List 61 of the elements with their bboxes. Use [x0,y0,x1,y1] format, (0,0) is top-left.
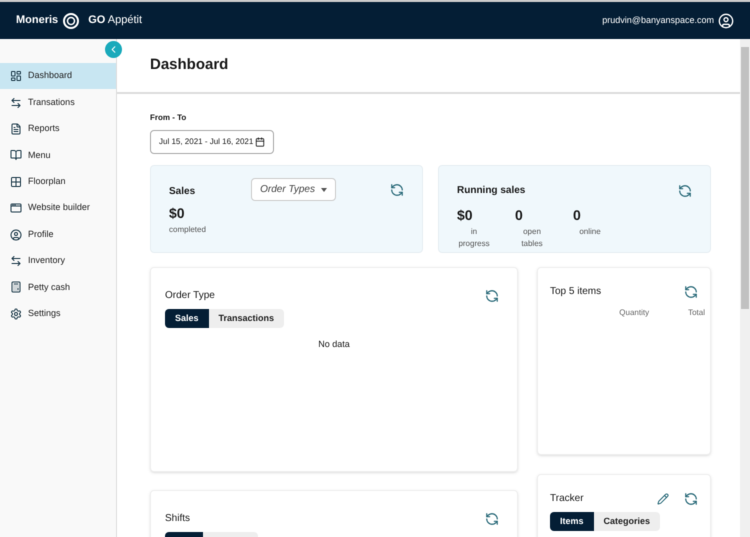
stat-caption: online [578,226,602,238]
product-name: GO Appétit [88,13,142,28]
page-title: Dashboard [150,55,228,76]
date-label: From - To [150,112,188,124]
stat-caption: completed [169,224,207,236]
user-avatar-icon[interactable] [718,12,734,28]
tab[interactable]: Categories [594,512,660,531]
sidebar-item[interactable]: Website builder [0,194,116,222]
user-icon [10,228,22,241]
document-icon [10,122,22,135]
column-header: Total [688,307,705,319]
refresh-icon[interactable] [485,512,499,526]
refresh-icon[interactable] [678,184,692,198]
sidebar-item[interactable]: Reports [0,116,116,142]
date-range-field[interactable]: Jul 15, 2021 - Jul 16, 2021 [150,130,274,154]
card-title: Running sales [457,184,526,198]
sidebar-item[interactable]: Menu [0,142,116,169]
refresh-icon[interactable] [684,284,698,298]
tab[interactable]: Items [550,512,594,531]
sidebar-item[interactable]: Transations [0,89,116,116]
refresh-icon[interactable] [390,182,404,196]
caret-icon [320,188,327,192]
sidebar-item[interactable]: Inventory [0,248,116,274]
brand-name: Moneris [16,13,58,28]
window-icon [10,202,22,214]
grid-icon [10,176,22,188]
book-icon [10,149,22,162]
card-title: Shifts [165,512,190,526]
collapse-button[interactable] [105,41,122,58]
card-title: Order Type [165,289,215,303]
user-email: prudvin@banyanspace.com [602,14,714,27]
arrows-icon [10,96,22,109]
stat-value: $0 [457,208,474,222]
settings-icon [10,308,22,320]
logo-icon [62,12,80,30]
sales-value: $0 [169,206,186,220]
card-title: Tracker [550,492,584,506]
card-title: Top 5 items [550,285,602,299]
stat-value: 0 [515,208,524,222]
stat-value: 0 [573,208,582,222]
calendar-icon [255,137,265,147]
arrows-icon [10,254,22,267]
empty-message: No data [317,338,351,351]
scrollbar[interactable] [740,39,750,537]
card-title: Sales [169,185,196,199]
sidebar-item[interactable]: Petty cash [0,274,116,301]
stat-caption: open tables [520,226,544,250]
dashboard-icon [10,70,22,82]
order-types-dropdown[interactable]: Order Types [251,178,336,201]
column-header: Quantity [619,307,650,319]
refresh-icon[interactable] [485,288,499,302]
refresh-icon[interactable] [684,492,698,506]
sidebar-item[interactable]: Profile [0,221,116,248]
sidebar-item[interactable]: Settings [0,300,116,327]
sidebar-item[interactable]: Floorplan [0,168,116,195]
tab[interactable]: Transactions [208,309,284,328]
calculator-icon [10,281,22,294]
sidebar-item[interactable]: Dashboard [0,63,116,90]
edit-icon[interactable] [657,492,669,504]
stat-caption: in progress [457,226,491,250]
tab[interactable]: Sales [165,309,209,328]
